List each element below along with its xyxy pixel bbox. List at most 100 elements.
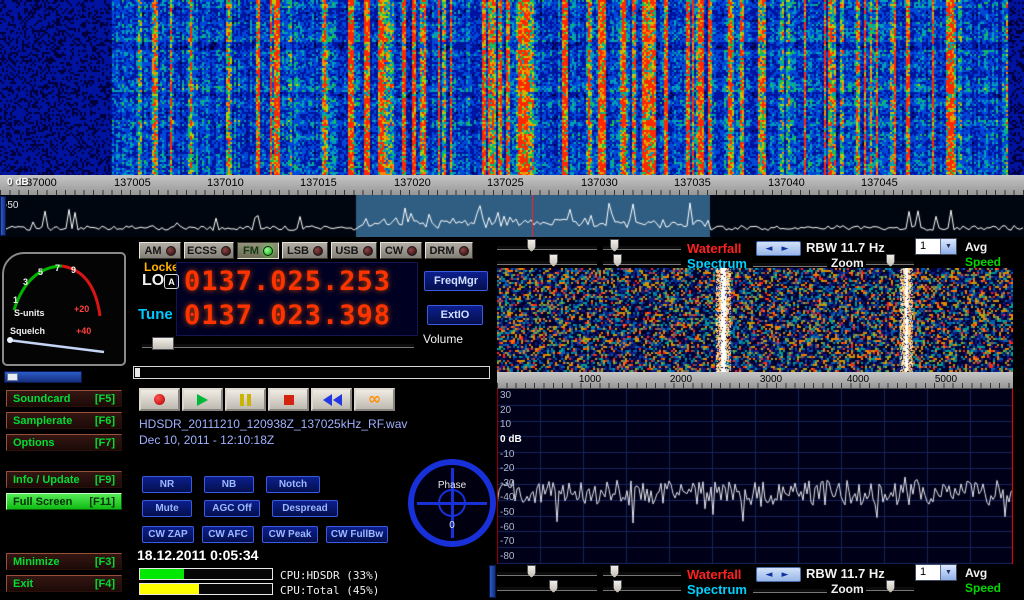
- waterfall-contrast-slider[interactable]: [603, 239, 681, 254]
- rbw-label: RBW 11.7 Hz: [806, 240, 885, 255]
- nb-button[interactable]: NB: [204, 476, 254, 493]
- squelch-slider-thumb[interactable]: [7, 373, 18, 381]
- minimize-button[interactable]: Minimize[F3]: [6, 553, 122, 570]
- frequency-label: 137045: [861, 177, 898, 189]
- main-frequency-ruler[interactable]: 137000 137005 137010 137015 137020 13702…: [0, 175, 1024, 196]
- avg-dropdown-2[interactable]: 1: [915, 564, 957, 581]
- s-meter-tick-label: 1: [13, 295, 18, 305]
- zoom-slider[interactable]: [866, 254, 914, 269]
- avg-dropdown[interactable]: 1: [915, 238, 957, 255]
- nr-button[interactable]: NR: [142, 476, 192, 493]
- waterfall-brightness-slider-2[interactable]: [497, 565, 597, 580]
- notch-button[interactable]: Notch: [266, 476, 320, 493]
- zoom-label-2: Zoom: [831, 582, 864, 596]
- mode-fm-button[interactable]: FM: [237, 242, 279, 259]
- avg-label-2: Avg: [965, 566, 987, 580]
- file-position-thumb[interactable]: [135, 368, 140, 377]
- phase-value: 0: [414, 520, 490, 531]
- s-units-label: S-units: [14, 308, 45, 318]
- cw-led-icon: [407, 246, 417, 256]
- pause-icon: [240, 394, 251, 406]
- mode-cw-button[interactable]: CW: [380, 242, 422, 259]
- rewind-button[interactable]: [311, 388, 352, 411]
- mode-drm-button[interactable]: DRM: [425, 242, 473, 259]
- s-meter-tick-label: 9: [71, 265, 76, 275]
- mode-ecss-button[interactable]: ECSS: [184, 242, 234, 259]
- recording-timestamp: Dec 10, 2011 - 12:10:18Z: [139, 433, 274, 447]
- extio-button[interactable]: ExtIO: [427, 305, 483, 325]
- waterfall-contrast-slider-2[interactable]: [603, 565, 681, 580]
- zoom-slider-2[interactable]: [866, 580, 914, 595]
- phase-inner-ring: [438, 489, 466, 517]
- cw-peak-button[interactable]: CW Peak: [262, 526, 318, 543]
- cw-fullbw-button[interactable]: CW FullBw: [326, 526, 388, 543]
- fullscreen-button[interactable]: Full Screen[F11]: [6, 493, 122, 510]
- lo-frequency-value[interactable]: 0137.025.253: [184, 266, 391, 297]
- rf-waterfall[interactable]: [497, 268, 1013, 372]
- mute-button[interactable]: Mute: [142, 500, 192, 517]
- band-shift-arrows-button[interactable]: ◄ ►: [756, 241, 801, 256]
- spectrum-range-slider[interactable]: [603, 254, 681, 269]
- exit-button[interactable]: Exit[F4]: [6, 575, 122, 592]
- phase-scope: Phase 0: [408, 459, 496, 547]
- am-led-icon: [166, 246, 176, 256]
- spectrum-scale-slider[interactable]: [0, 196, 6, 236]
- lo-lock-badge[interactable]: A: [164, 274, 179, 289]
- loop-button[interactable]: [354, 388, 395, 411]
- cw-afc-button[interactable]: CW AFC: [202, 526, 254, 543]
- tune-frequency-value[interactable]: 0137.023.398: [184, 300, 391, 331]
- samplerate-button[interactable]: Samplerate[F6]: [6, 412, 122, 429]
- zoom-track[interactable]: [753, 262, 827, 267]
- lsb-led-icon: [313, 246, 323, 256]
- squelch-slider[interactable]: [4, 371, 82, 383]
- main-spectrum[interactable]: [0, 195, 1024, 237]
- stop-button[interactable]: [268, 388, 309, 411]
- ecss-led-icon: [221, 246, 231, 256]
- file-position-slider[interactable]: [133, 366, 490, 379]
- pause-button[interactable]: [225, 388, 266, 411]
- play-icon: [197, 394, 208, 406]
- mode-am-button[interactable]: AM: [139, 242, 181, 259]
- volume-label: Volume: [423, 332, 463, 346]
- speed-label-2: Speed: [965, 581, 1001, 595]
- rf-spectrum[interactable]: [497, 389, 1013, 564]
- freqmgr-button[interactable]: FreqMgr: [424, 271, 488, 291]
- waterfall-label-2: Waterfall: [687, 567, 741, 582]
- spectrum-label-2: Spectrum: [687, 582, 747, 597]
- despread-button[interactable]: Despread: [272, 500, 338, 517]
- agc-button[interactable]: AGC Off: [204, 500, 260, 517]
- spectrum-offset-slider-2[interactable]: [497, 580, 597, 595]
- mode-usb-button[interactable]: USB: [331, 242, 377, 259]
- s-meter-needle: [8, 340, 104, 352]
- zoom-track-2[interactable]: [753, 588, 827, 593]
- speed-label: Speed: [965, 255, 1001, 269]
- vertical-slider[interactable]: [489, 565, 496, 598]
- record-button[interactable]: [139, 388, 180, 411]
- frequency-label: 137035: [674, 177, 711, 189]
- volume-slider-thumb[interactable]: [152, 337, 174, 350]
- play-button[interactable]: [182, 388, 223, 411]
- band-shift-arrows-button-2[interactable]: ◄ ►: [756, 567, 801, 582]
- waterfall-brightness-slider[interactable]: [497, 239, 597, 254]
- dropdown-arrow-icon[interactable]: [940, 565, 956, 580]
- spectrum-offset-slider[interactable]: [497, 254, 597, 269]
- options-button[interactable]: Options[F7]: [6, 434, 122, 451]
- main-waterfall[interactable]: [0, 0, 1024, 175]
- mode-lsb-button[interactable]: LSB: [282, 242, 328, 259]
- volume-slider[interactable]: [142, 337, 414, 352]
- soundcard-button[interactable]: Soundcard[F5]: [6, 390, 122, 407]
- frequency-label: 137005: [114, 177, 151, 189]
- s-meter-tick-label: 5: [38, 267, 43, 277]
- spectrum-range-slider-2[interactable]: [603, 580, 681, 595]
- info-update-button[interactable]: Info / Update[F9]: [6, 471, 122, 488]
- hdsdr-window: 137000 137005 137010 137015 137020 13702…: [0, 0, 1024, 600]
- mode-button-row: AM ECSS FM LSB USB CW DRM: [139, 242, 473, 259]
- record-icon: [154, 394, 165, 405]
- cw-zap-button[interactable]: CW ZAP: [142, 526, 194, 543]
- dropdown-arrow-icon[interactable]: [940, 239, 956, 254]
- stop-icon: [284, 395, 294, 405]
- rbw-label-2: RBW 11.7 Hz: [806, 566, 885, 581]
- s-meter: 1 3 5 7 9 +20 +40 S-units Squelch: [2, 252, 126, 366]
- spectrum-db-label: -50: [4, 200, 18, 211]
- rf-frequency-ruler[interactable]: 1000 2000 3000 4000 5000: [497, 372, 1013, 389]
